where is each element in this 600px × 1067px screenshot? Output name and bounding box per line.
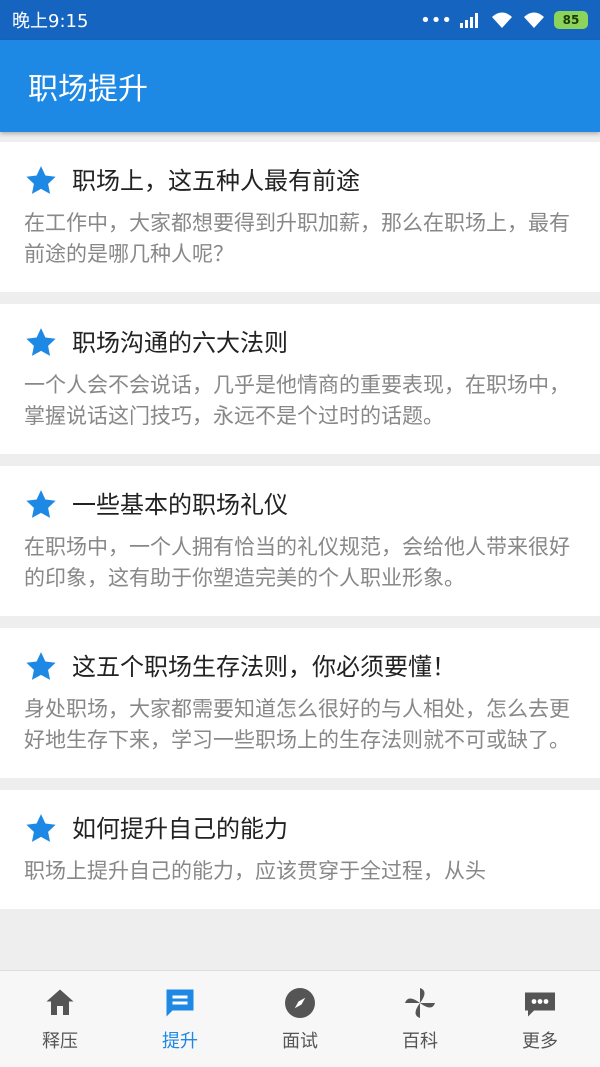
star-icon <box>26 166 56 194</box>
article-list: 职场上，这五种人最有前途 在工作中，大家都想要得到升职加薪，那么在职场上，最有前… <box>0 142 600 970</box>
article-desc: 身处职场，大家都需要知道怎么很好的与人相处，怎么去更好地生存下来，学习一些职场上… <box>24 697 570 752</box>
article-title: 职场上，这五种人最有前途 <box>72 167 360 195</box>
bottom-tab-bar: 释压 提升 面试 百科 更多 <box>0 970 600 1067</box>
more-icon <box>525 992 555 1017</box>
article-card[interactable]: 职场沟通的六大法则 一个人会不会说话，几乎是他情商的重要表现，在职场中，掌握说话… <box>0 304 600 454</box>
article-desc: 在职场中，一个人拥有恰当的礼仪规范，会给他人带来很好的印象，这有助于你塑造完美的… <box>24 535 570 590</box>
star-icon <box>26 490 56 518</box>
article-card[interactable]: 这五个职场生存法则，你必须要懂！ 身处职场，大家都需要知道怎么很好的与人相处，怎… <box>0 628 600 778</box>
tab-label: 面试 <box>282 1031 318 1052</box>
tab-label: 百科 <box>402 1031 438 1052</box>
article-title: 一些基本的职场礼仪 <box>72 491 288 519</box>
star-icon <box>26 814 56 842</box>
tab-more[interactable]: 更多 <box>480 971 600 1067</box>
tab-encyclopedia[interactable]: 百科 <box>360 971 480 1067</box>
tab-relax[interactable]: 释压 <box>0 971 120 1067</box>
article-title: 如何提升自己的能力 <box>72 815 288 843</box>
wifi-icon <box>492 12 512 28</box>
wifi-icon-2 <box>524 12 544 28</box>
signal-icon <box>460 13 478 28</box>
article-desc: 在工作中，大家都想要得到升职加薪，那么在职场上，最有前途的是哪几种人呢？ <box>24 211 570 266</box>
message-icon <box>166 989 194 1017</box>
article-title: 职场沟通的六大法则 <box>72 329 288 357</box>
article-card[interactable]: 如何提升自己的能力 职场上提升自己的能力，应该贯穿于全过程，从头 <box>0 790 600 909</box>
article-desc: 职场上提升自己的能力，应该贯穿于全过程，从头 <box>24 859 486 883</box>
star-icon <box>26 652 56 680</box>
tab-label: 更多 <box>522 1031 558 1052</box>
star-icon <box>26 328 56 356</box>
tab-label: 提升 <box>162 1031 198 1052</box>
tab-interview[interactable]: 面试 <box>240 971 360 1067</box>
article-desc: 一个人会不会说话，几乎是他情商的重要表现，在职场中，掌握说话这门技巧，永远不是个… <box>24 373 570 428</box>
page-title: 职场提升 <box>28 72 148 107</box>
status-bar: 晚上9:15 ••• 85 <box>0 0 600 40</box>
pinwheel-icon <box>405 988 435 1018</box>
article-card[interactable]: 职场上，这五种人最有前途 在工作中，大家都想要得到升职加薪，那么在职场上，最有前… <box>0 142 600 292</box>
tab-label: 释压 <box>42 1031 78 1052</box>
compass-icon <box>285 988 315 1018</box>
article-card[interactable]: 一些基本的职场礼仪 在职场中，一个人拥有恰当的礼仪规范，会给他人带来很好的印象，… <box>0 466 600 616</box>
home-icon <box>46 989 74 1015</box>
status-time: 晚上9:15 <box>12 11 89 32</box>
more-dots-icon: ••• <box>420 9 452 31</box>
article-title: 这五个职场生存法则，你必须要懂！ <box>72 653 456 681</box>
app-bar: 职场提升 <box>0 40 600 132</box>
battery-badge: 85 <box>554 11 588 29</box>
tab-improve[interactable]: 提升 <box>120 971 240 1067</box>
